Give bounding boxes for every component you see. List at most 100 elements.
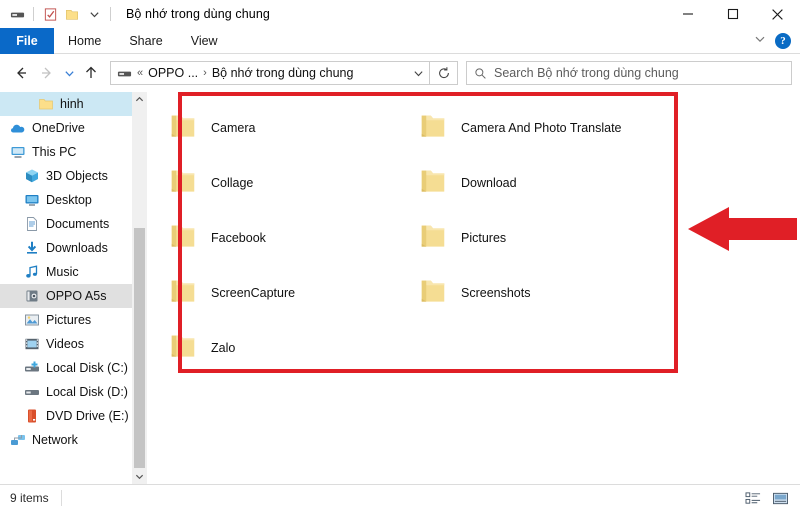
sidebar-item-label: Videos [46,337,84,351]
folder-item[interactable]: Facebook [157,210,407,265]
network-icon [10,432,26,448]
sidebar-item-label: Documents [46,217,109,231]
folder-name: Camera And Photo Translate [461,121,622,135]
breadcrumb-item-current[interactable]: Bộ nhớ trong dùng chung [212,66,354,80]
file-explorer-window: Bộ nhớ trong dùng chung File Home Share … [0,0,800,511]
sidebar-item-label: Pictures [46,313,91,327]
folder-item[interactable]: Collage [157,155,407,210]
address-bar: « OPPO ... › Bộ nhớ trong dùng chung [0,54,800,92]
sidebar-item-dvd-drive-e-16-0[interactable]: DVD Drive (E:) 16.0 [0,404,147,428]
sidebar-item-documents[interactable]: Documents [0,212,147,236]
sidebar-item-oppo-a5s[interactable]: OPPO A5s [0,284,147,308]
sidebar-item-this-pc[interactable]: This PC [0,140,147,164]
sidebar-item-local-disk-c[interactable]: Local Disk (C:) [0,356,147,380]
breadcrumb-bar[interactable]: « OPPO ... › Bộ nhớ trong dùng chung [110,61,430,85]
customize-chevron-icon[interactable] [83,3,105,25]
previous-locations-chevron-icon[interactable] [407,68,429,79]
breadcrumb-overflow[interactable]: « [137,67,143,79]
tab-home[interactable]: Home [54,28,115,54]
breadcrumb: « OPPO ... › Bộ nhớ trong dùng chung [137,66,353,80]
sidebar-scrollbar[interactable] [132,92,147,484]
phone-device-icon [24,288,40,304]
scroll-up-arrow-icon[interactable] [132,92,147,107]
details-view-button[interactable] [743,489,763,507]
status-bar: 9 items [0,484,800,511]
back-button[interactable] [8,60,34,86]
folder-item[interactable]: Download [407,155,790,210]
sidebar-item-label: Downloads [46,241,108,255]
forward-button[interactable] [34,60,60,86]
folder-item[interactable]: Camera And Photo Translate [407,100,790,155]
properties-icon[interactable] [39,3,61,25]
sidebar-item-downloads[interactable]: Downloads [0,236,147,260]
downloads-icon [24,240,40,256]
sidebar-item-videos[interactable]: Videos [0,332,147,356]
scrollbar-thumb[interactable] [134,228,145,468]
ribbon-right-controls: ? [754,28,800,53]
breadcrumb-separator[interactable]: › [203,67,207,79]
sidebar-item-desktop[interactable]: Desktop [0,188,147,212]
folder-icon [38,96,54,112]
quick-access-toolbar [6,3,116,25]
tab-view[interactable]: View [177,28,232,54]
folder-icon [169,333,197,362]
tab-share[interactable]: Share [115,28,176,54]
folder-icon [419,223,447,252]
sidebar-item-pictures[interactable]: Pictures [0,308,147,332]
folder-icon [169,168,197,197]
breadcrumb-item-oppo[interactable]: OPPO ... [148,66,198,80]
window-controls [665,0,800,28]
new-folder-icon[interactable] [61,3,83,25]
sidebar-item-label: OneDrive [32,121,85,135]
file-list-pane[interactable]: Camera Camera And Photo Translate Collage D… [147,92,800,484]
sidebar-item-label: Local Disk (C:) [46,361,128,375]
sidebar-item-local-disk-d[interactable]: Local Disk (D:) [0,380,147,404]
toolbar-divider-2 [110,7,111,21]
sidebar-item-hinh[interactable]: hinh [0,92,147,116]
window-title: Bộ nhớ trong dùng chung [126,7,270,21]
drive-icon[interactable] [6,3,28,25]
sidebar-item-3d-objects[interactable]: 3D Objects [0,164,147,188]
tab-file[interactable]: File [0,28,54,54]
sidebar-item-label: Network [32,433,78,447]
folder-item[interactable]: Zalo [157,320,407,375]
explorer-body: hinh OneDrive This PC 3D ObjectsDesktop Docu… [0,92,800,484]
system-drive-icon [24,360,40,376]
sidebar-item-network[interactable]: Network [0,428,147,452]
scroll-down-arrow-icon[interactable] [132,469,147,484]
search-input[interactable]: Search Bộ nhớ trong dùng chung [494,66,679,80]
maximize-button[interactable] [710,0,755,28]
folder-item[interactable]: ScreenCapture [157,265,407,320]
desktop-icon [24,192,40,208]
help-icon[interactable]: ? [775,33,791,49]
folder-item[interactable]: Camera [157,100,407,155]
sidebar-item-music[interactable]: Music [0,260,147,284]
breadcrumb-spacer [407,68,429,79]
close-button[interactable] [755,0,800,28]
folder-icon [419,168,447,197]
large-icons-view-button[interactable] [770,489,790,507]
folder-name: ScreenCapture [211,286,295,300]
drive-icon [24,384,40,400]
search-box[interactable]: Search Bộ nhớ trong dùng chung [466,61,792,85]
folder-name: Download [461,176,517,190]
item-count-label: 9 items [10,491,49,505]
collapse-ribbon-chevron-icon[interactable] [754,33,766,48]
folder-name: Zalo [211,341,235,355]
folder-item[interactable]: Screenshots [407,265,790,320]
sidebar-item-label: hinh [60,97,84,111]
recent-locations-chevron-icon[interactable] [60,60,78,86]
refresh-button[interactable] [430,61,458,85]
sidebar-item-label: Music [46,265,79,279]
pictures-icon [24,312,40,328]
sidebar-item-label: This PC [32,145,76,159]
minimize-button[interactable] [665,0,710,28]
videos-icon [24,336,40,352]
sidebar-item-label: OPPO A5s [46,289,106,303]
dvd-drive-icon [24,408,40,424]
sidebar-item-label: Local Disk (D:) [46,385,128,399]
folder-name: Facebook [211,231,266,245]
music-icon [24,264,40,280]
up-button[interactable] [78,60,104,86]
sidebar-item-onedrive[interactable]: OneDrive [0,116,147,140]
